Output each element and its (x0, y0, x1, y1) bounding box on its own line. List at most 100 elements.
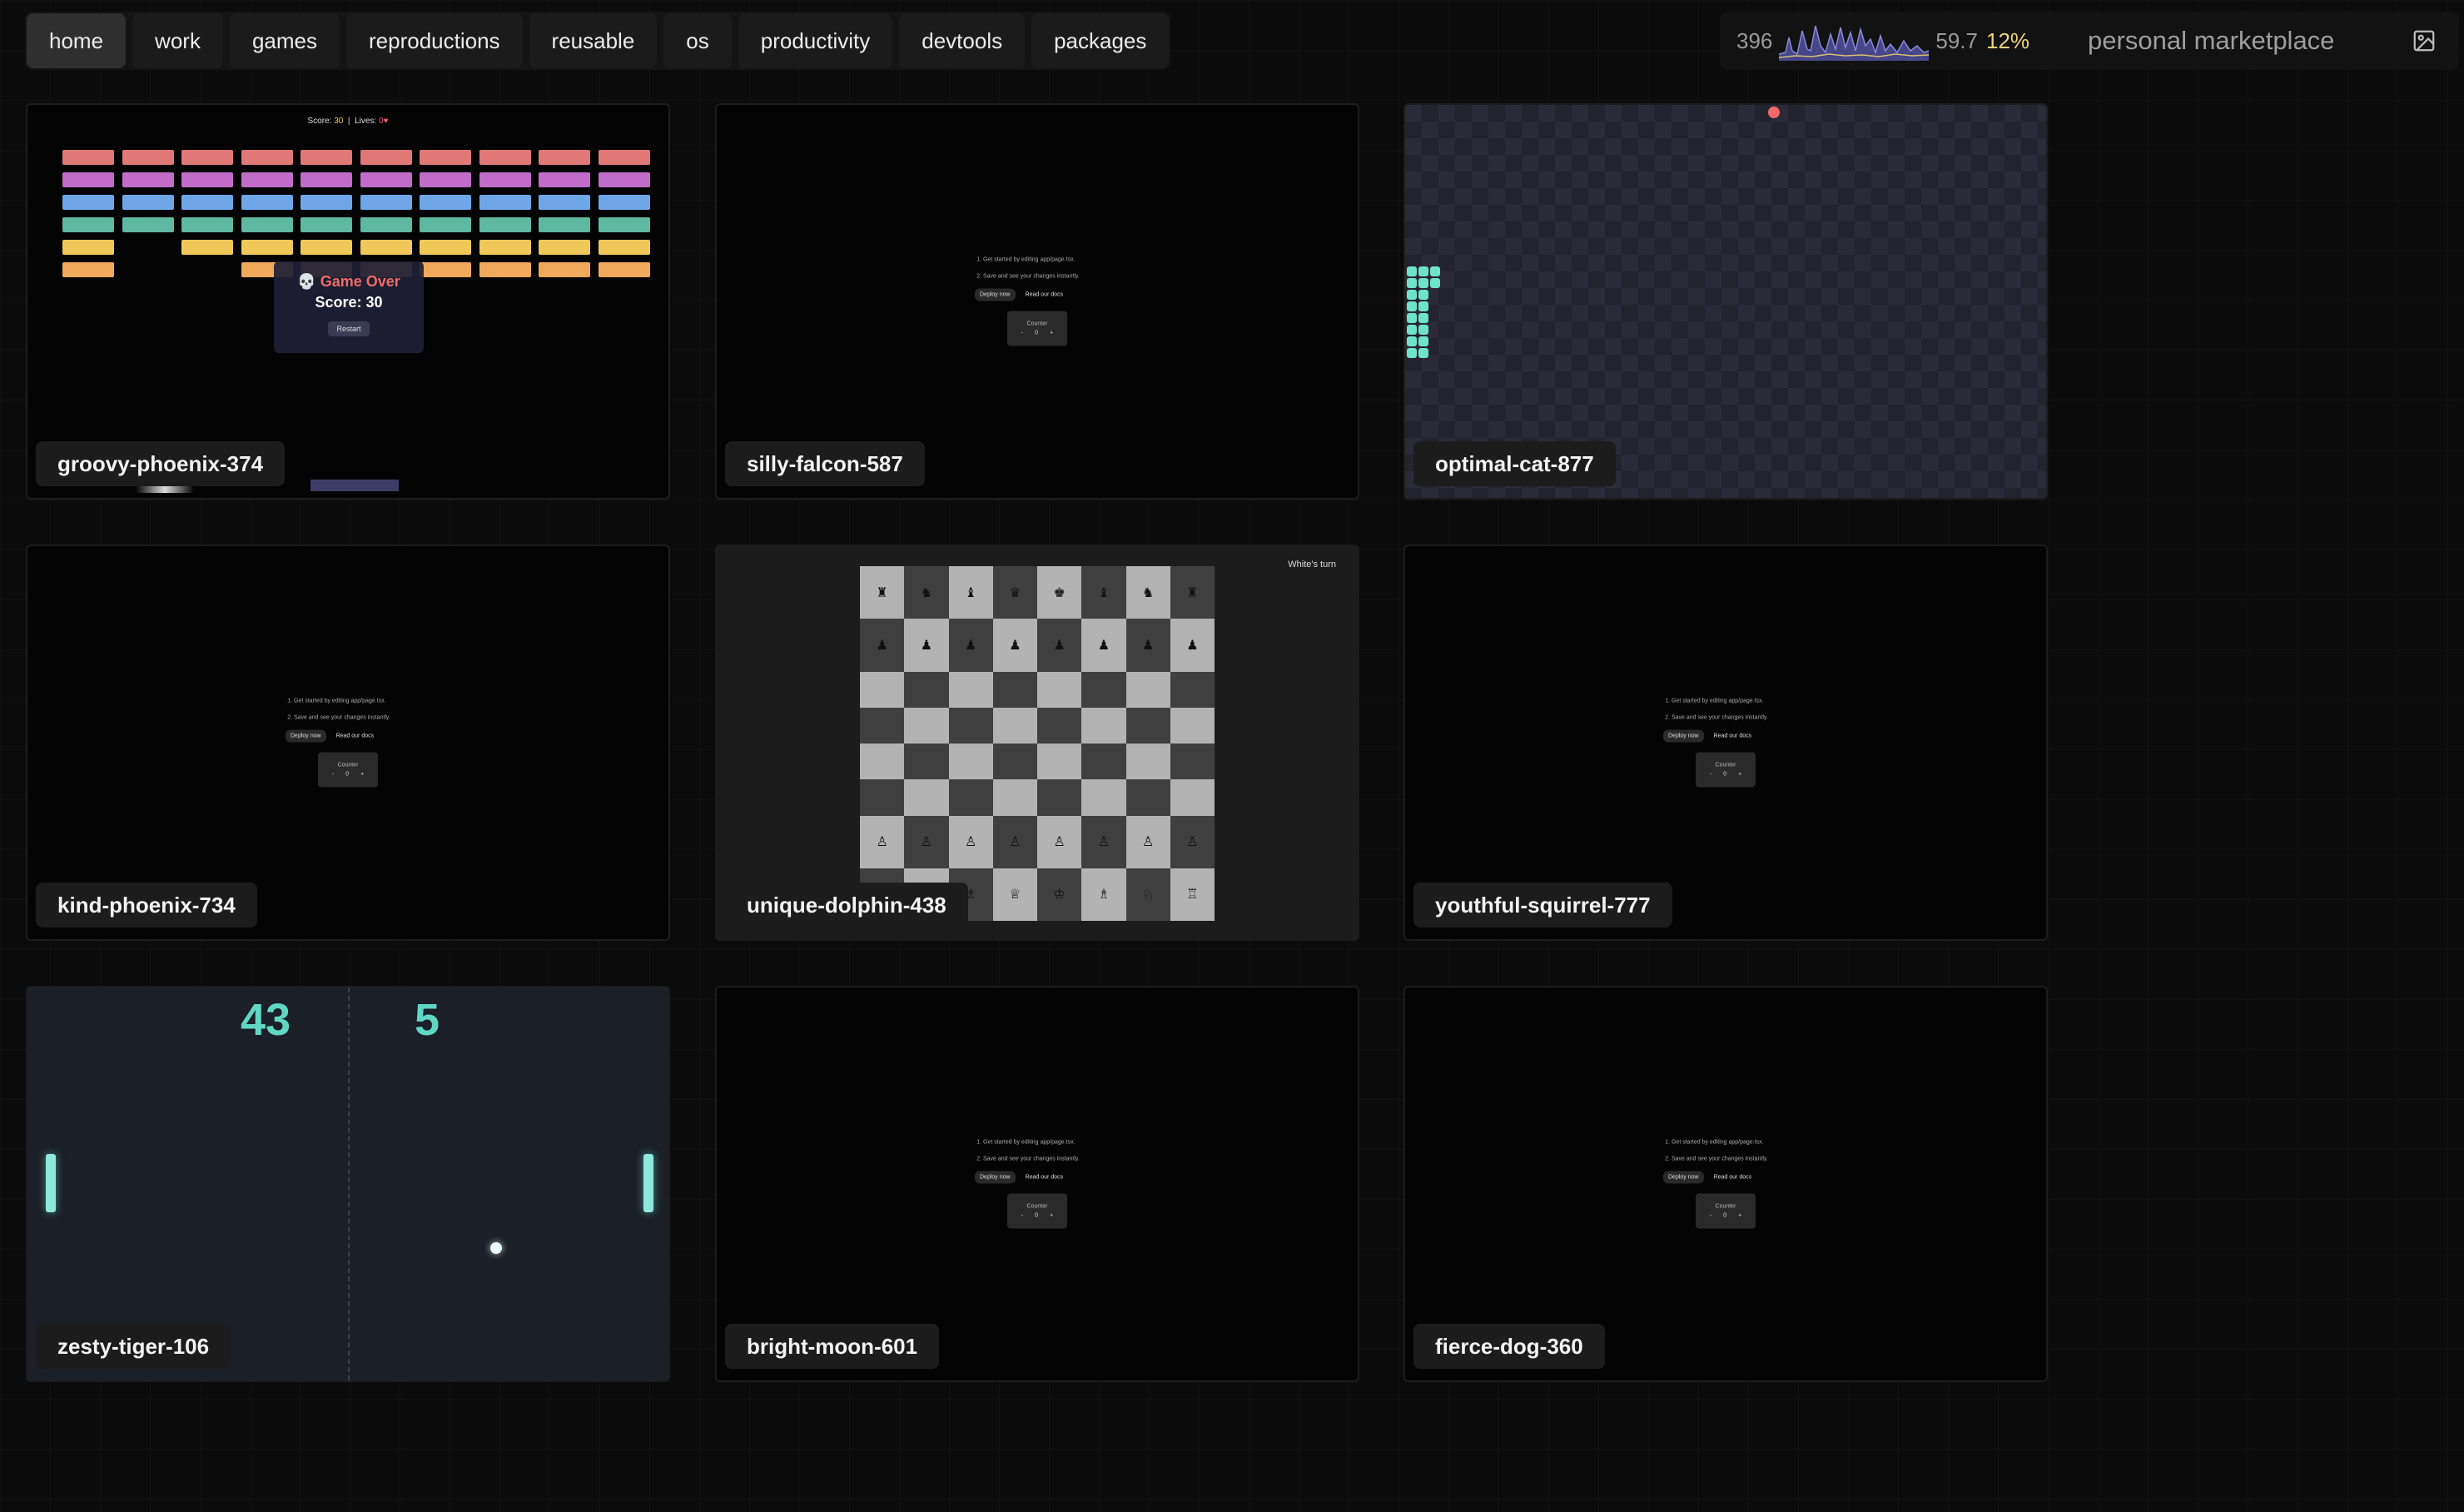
chess-square[interactable] (860, 779, 905, 816)
chess-square[interactable]: ♙ (992, 815, 1037, 868)
chess-square[interactable] (948, 671, 993, 708)
chess-square[interactable]: ♟ (1125, 619, 1170, 672)
chess-square[interactable] (1170, 671, 1215, 708)
brick (598, 240, 650, 255)
chess-square[interactable] (1125, 744, 1170, 780)
snake-segment (1418, 278, 1428, 288)
chess-square[interactable]: ♔ (1037, 868, 1082, 921)
stat-right-value: 59.7 (1935, 27, 1978, 53)
chess-square[interactable]: ♙ (860, 815, 905, 868)
chess-square[interactable] (1170, 779, 1215, 816)
chess-square[interactable] (948, 779, 993, 816)
brick (122, 172, 174, 187)
chess-square[interactable]: ♗ (1081, 868, 1126, 921)
tab-reproductions[interactable]: reproductions (346, 13, 523, 68)
chess-square[interactable] (904, 671, 949, 708)
project-card[interactable]: Get started by editing app/page.tsx. Sav… (1403, 986, 2048, 1382)
chess-square[interactable] (1170, 707, 1215, 744)
project-card[interactable]: Get started by editing app/page.tsx. Sav… (26, 545, 670, 941)
chess-square[interactable]: ♖ (1170, 868, 1215, 921)
chess-square[interactable] (1037, 707, 1082, 744)
brick (301, 195, 352, 210)
chess-square[interactable] (992, 779, 1037, 816)
tab-productivity[interactable]: productivity (738, 13, 893, 68)
tab-packages[interactable]: packages (1031, 13, 1170, 68)
chess-square[interactable]: ♙ (1081, 815, 1126, 868)
breakout-scoreline: Score: 30 | Lives: 0♥ (307, 117, 389, 126)
brick (479, 150, 531, 165)
tab-work[interactable]: work (132, 13, 223, 68)
brick (539, 217, 590, 232)
chess-square[interactable] (1081, 707, 1126, 744)
chess-square[interactable]: ♙ (948, 815, 993, 868)
chess-square[interactable]: ♘ (1125, 868, 1170, 921)
tab-home[interactable]: home (27, 13, 127, 68)
brick (122, 217, 174, 232)
brick (479, 195, 531, 210)
chess-square[interactable] (904, 779, 949, 816)
project-card[interactable]: Score: 30 | Lives: 0♥ 💀 Game Over Score:… (26, 103, 670, 500)
chess-square[interactable]: ♟ (992, 619, 1037, 672)
chess-square[interactable]: ♙ (1125, 815, 1170, 868)
snake-segment (1418, 348, 1428, 358)
chess-square[interactable] (1037, 779, 1082, 816)
restart-button[interactable]: Restart (328, 321, 370, 336)
image-button[interactable] (2406, 22, 2442, 59)
tab-reusable[interactable]: reusable (529, 13, 658, 68)
chess-square[interactable] (992, 671, 1037, 708)
chess-square[interactable] (992, 744, 1037, 780)
chess-square[interactable]: ♕ (992, 868, 1037, 921)
status-bar: 396 59.7 12% personal marketplace (1720, 12, 2459, 70)
stat-percent: 12% (1986, 27, 2030, 53)
chess-square[interactable] (1037, 671, 1082, 708)
chess-square[interactable] (1081, 779, 1126, 816)
chess-square[interactable] (904, 707, 949, 744)
tab-games[interactable]: games (229, 13, 340, 68)
project-card[interactable]: Get started by editing app/page.tsx. Sav… (1403, 545, 2048, 941)
chess-square[interactable]: ♞ (1125, 566, 1170, 619)
chess-square[interactable]: ♙ (1037, 815, 1082, 868)
chess-square[interactable] (1125, 671, 1170, 708)
project-card[interactable]: 43 5 zesty-tiger-106 (26, 986, 670, 1382)
chess-square[interactable]: ♚ (1037, 566, 1082, 619)
chess-square[interactable] (1081, 744, 1126, 780)
chess-square[interactable]: ♟ (1170, 619, 1215, 672)
chess-square[interactable] (1125, 779, 1170, 816)
chess-square[interactable]: ♝ (948, 566, 993, 619)
chess-square[interactable] (948, 707, 993, 744)
chess-square[interactable] (1081, 671, 1126, 708)
chess-square[interactable]: ♟ (860, 619, 905, 672)
chess-square[interactable] (860, 744, 905, 780)
chess-square[interactable]: ♟ (1037, 619, 1082, 672)
chess-square[interactable]: ♞ (904, 566, 949, 619)
tab-devtools[interactable]: devtools (899, 13, 1026, 68)
tab-os[interactable]: os (663, 13, 732, 68)
game-over-dialog: 💀 Game Over Score: 30 Restart (274, 261, 424, 353)
chess-square[interactable] (1170, 744, 1215, 780)
chess-square[interactable] (1037, 744, 1082, 780)
project-card[interactable]: Get started by editing app/page.tsx. Sav… (715, 103, 1359, 500)
chess-square[interactable] (948, 744, 993, 780)
chess-square[interactable]: ♝ (1081, 566, 1126, 619)
chess-square[interactable]: ♜ (860, 566, 905, 619)
chess-square[interactable]: ♙ (1170, 815, 1215, 868)
chess-square[interactable] (1125, 707, 1170, 744)
brick (181, 172, 233, 187)
project-card[interactable]: optimal-cat-877 (1403, 103, 2048, 500)
brick (122, 195, 174, 210)
ball-trail (136, 486, 194, 493)
chess-square[interactable] (860, 707, 905, 744)
chess-square[interactable]: ♙ (904, 815, 949, 868)
project-card[interactable]: Get started by editing app/page.tsx. Sav… (715, 986, 1359, 1382)
chess-square[interactable] (904, 744, 949, 780)
chess-square[interactable]: ♟ (1081, 619, 1126, 672)
chess-square[interactable]: ♟ (948, 619, 993, 672)
chess-square[interactable]: ♛ (992, 566, 1037, 619)
chess-square[interactable]: ♜ (1170, 566, 1215, 619)
brick (598, 172, 650, 187)
project-card[interactable]: ♜♞♝♛♚♝♞♜♟♟♟♟♟♟♟♟♙♙♙♙♙♙♙♙♖♘♗♕♔♗♘♖ White's… (715, 545, 1359, 941)
brick (241, 150, 293, 165)
chess-square[interactable]: ♟ (904, 619, 949, 672)
chess-square[interactable] (860, 671, 905, 708)
chess-square[interactable] (992, 707, 1037, 744)
